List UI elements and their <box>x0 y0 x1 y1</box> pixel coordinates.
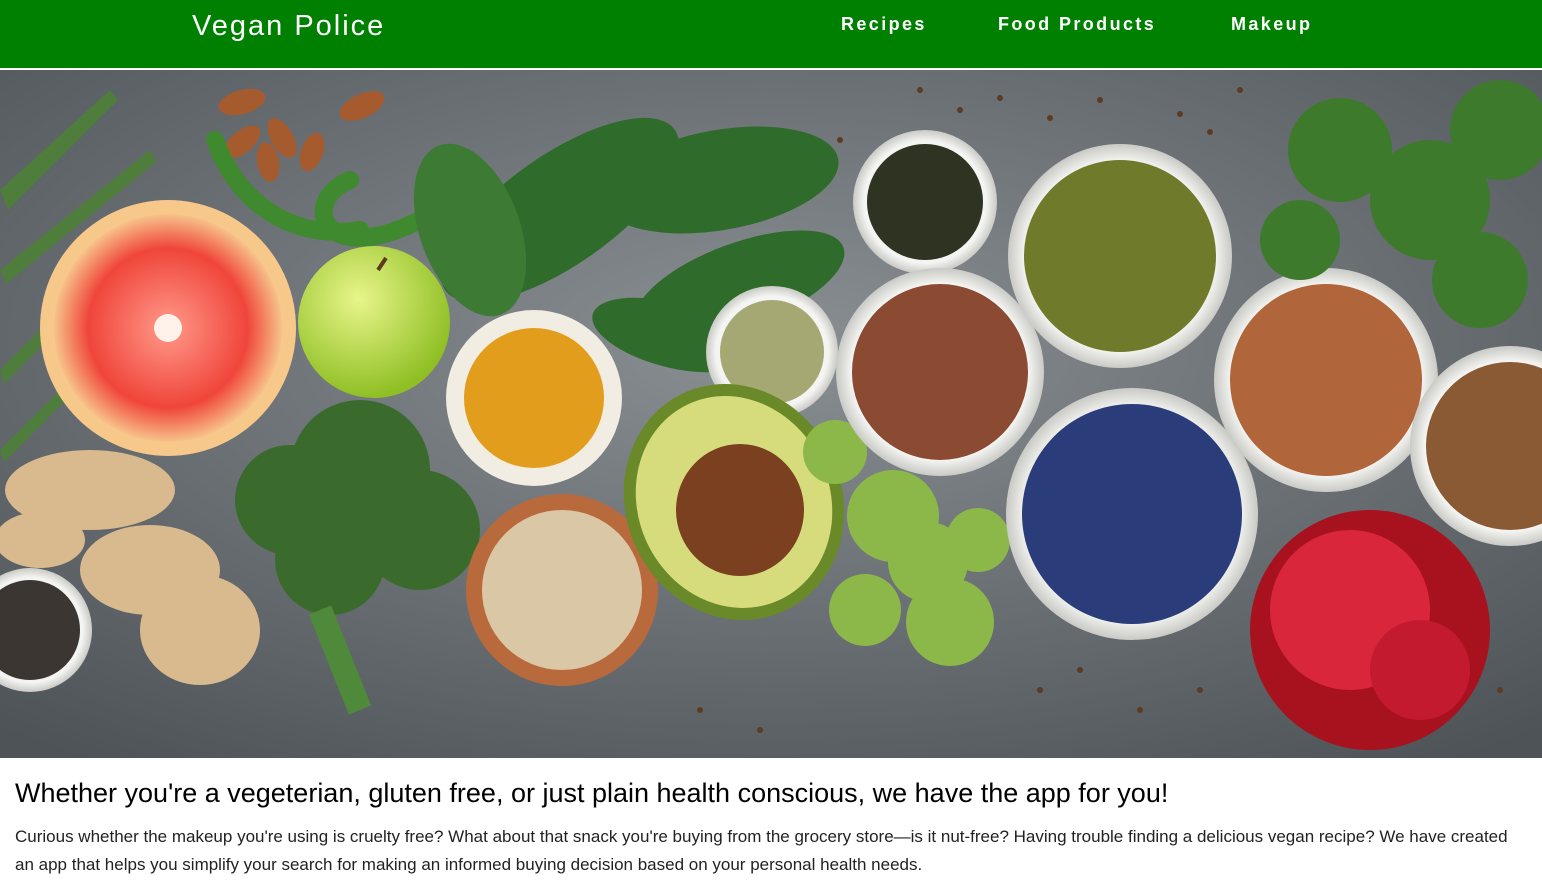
almond-bowl <box>1214 268 1438 492</box>
intro-paragraph: Curious whether the makeup you're using … <box>15 827 1508 874</box>
turmeric-bowl <box>446 310 622 486</box>
green-apple <box>298 246 450 398</box>
hero-image <box>0 70 1542 758</box>
hero-food-illustration <box>0 70 1542 758</box>
green-tea-bowl <box>853 130 997 274</box>
page-headline: Whether you're a vegeterian, gluten free… <box>15 778 1169 808</box>
nav-link-food-products[interactable]: Food Products <box>998 14 1156 35</box>
nav-link-makeup[interactable]: Makeup <box>1231 14 1312 35</box>
grapefruit-half <box>40 200 296 456</box>
flax-seed-bowl <box>836 268 1044 476</box>
blueberry-bowl <box>1006 388 1258 640</box>
brand-logo-text[interactable]: Vegan Police <box>192 10 385 43</box>
pomegranate <box>1250 510 1490 750</box>
nav-link-recipes[interactable]: Recipes <box>841 14 927 35</box>
mung-bean-bowl <box>1008 144 1232 368</box>
top-navigation-bar: Vegan Police Recipes Food Products Makeu… <box>0 0 1542 70</box>
